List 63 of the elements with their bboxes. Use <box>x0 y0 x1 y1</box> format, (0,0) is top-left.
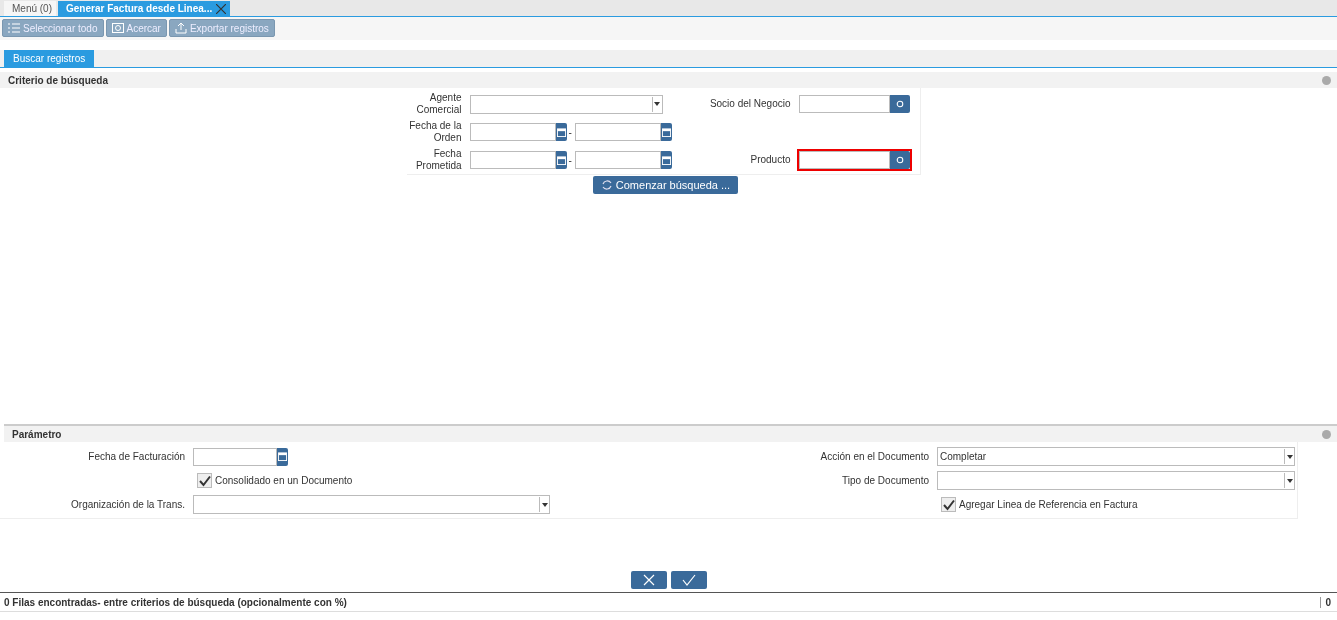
date-field[interactable] <box>469 123 556 141</box>
dropdown-field[interactable] <box>193 495 550 514</box>
date-field[interactable] <box>574 151 661 169</box>
section-title: Parámetro <box>12 428 62 440</box>
calendar-button[interactable] <box>660 123 672 141</box>
calendar-icon <box>556 127 566 137</box>
field-label: Fecha de la Orden <box>408 120 462 144</box>
dropdown-field[interactable] <box>469 94 663 114</box>
window-tab[interactable]: Generar Factura desde Linea... <box>58 1 231 16</box>
window-tab[interactable]: Menú (0) <box>4 1 56 16</box>
cancel-button[interactable] <box>630 571 667 589</box>
ok-button[interactable] <box>670 571 707 589</box>
field-label: Fecha Prometida <box>414 148 462 172</box>
field-label: Agente Comercial <box>415 92 462 116</box>
checkbox[interactable]: Agregar Linea de Referencia en Factura <box>937 497 1295 512</box>
zoom-icon <box>111 23 124 33</box>
check-icon <box>681 574 696 586</box>
section-title: Criterio de búsqueda <box>8 74 108 86</box>
date-field[interactable] <box>574 123 661 141</box>
calendar-button[interactable] <box>277 447 288 466</box>
search-button[interactable]: Comenzar búsqueda ... <box>592 176 739 194</box>
checkbox-label: Consolidado en un Documento <box>215 475 353 486</box>
dropdown-arrow-icon[interactable] <box>1284 449 1294 464</box>
close-icon[interactable] <box>216 3 227 14</box>
list-icon <box>8 23 20 33</box>
field-label: Fecha de Facturación <box>87 450 185 463</box>
status-message: 0 Filas encontradas- entre criterios de búsqueda (opcionalmente con %) <box>4 596 347 608</box>
refresh-icon <box>600 179 613 191</box>
dropdown-arrow-icon[interactable] <box>539 497 549 512</box>
record-count: 0 <box>1320 596 1331 608</box>
checkbox-label: Agregar Linea de Referencia en Factura <box>959 499 1138 510</box>
search-tab[interactable]: Buscar registros <box>4 50 95 67</box>
lookup-button[interactable] <box>889 95 910 113</box>
field-label: Acción en el Documento <box>819 450 929 463</box>
dropdown-arrow-icon[interactable] <box>651 96 662 112</box>
field-label: Socio del Negocio <box>708 98 791 110</box>
date-field[interactable] <box>469 151 556 169</box>
search-icon <box>895 156 904 164</box>
lookup-button[interactable] <box>889 151 910 169</box>
checkbox[interactable]: Consolidado en un Documento <box>193 473 550 488</box>
search-field[interactable] <box>798 151 890 169</box>
field-label: Organización de la Trans. <box>70 498 185 511</box>
calendar-icon <box>661 127 671 137</box>
calendar-button[interactable] <box>660 151 672 169</box>
checkbox-box[interactable] <box>197 473 212 488</box>
date-field[interactable] <box>193 447 277 466</box>
close-icon <box>642 574 655 586</box>
calendar-icon <box>278 452 287 461</box>
calendar-icon <box>661 155 671 165</box>
field-label: Tipo de Documento <box>841 474 929 487</box>
search-field[interactable] <box>798 95 890 113</box>
search-icon <box>895 100 904 108</box>
calendar-button[interactable] <box>555 123 567 141</box>
checkbox-box[interactable] <box>941 497 956 512</box>
calendar-icon <box>556 155 566 165</box>
dropdown-field[interactable] <box>937 471 1295 490</box>
field-label: Producto <box>749 154 791 166</box>
dropdown-arrow-icon[interactable] <box>1284 473 1294 488</box>
range-separator: - <box>568 126 573 138</box>
range-separator: - <box>568 154 573 166</box>
dropdown-field[interactable]: Completar <box>937 447 1295 466</box>
upload-icon <box>174 22 187 34</box>
calendar-button[interactable] <box>555 151 567 169</box>
